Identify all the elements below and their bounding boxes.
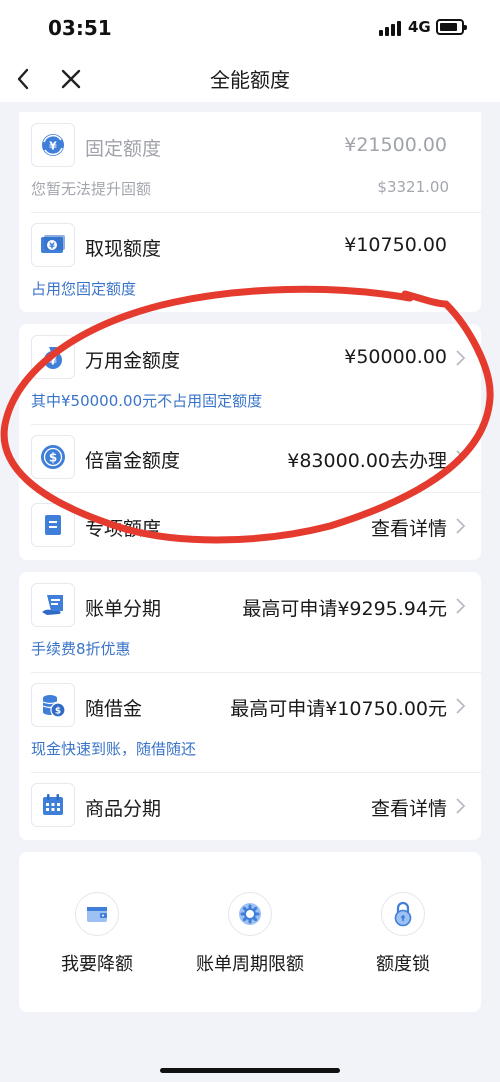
chevron-right-icon (456, 518, 466, 534)
status-time: 03:51 (48, 16, 112, 40)
cash-note-icon: ¥ (31, 223, 75, 267)
calendar-icon (31, 783, 75, 827)
suijie-row[interactable]: $ 随借金 最高可申请¥10750.00元 现金快速到账，随借随还 (19, 672, 481, 772)
goods-installment-row[interactable]: 商品分期 查看详情 (19, 772, 481, 840)
fixed-limit-title: 固定额度 (85, 138, 162, 160)
svg-text:¥: ¥ (49, 242, 55, 251)
zhuanxiang-limit-title: 专项额度 (85, 518, 162, 540)
reduce-limit-shortcut[interactable]: 我要降额 (22, 892, 172, 976)
limits-card: ¥ 固定额度 ¥21500.00 您暂无法提升固额 $3321.00 ¥ 取现额… (19, 112, 481, 312)
bill-installment-value: 最高可申请¥9295.94元 (242, 598, 447, 620)
zhuanxiang-limit-value: 查看详情 (370, 518, 447, 540)
beifu-limit-value: ¥83000.00去办理 (287, 450, 447, 472)
svg-text:$: $ (55, 707, 61, 717)
svg-text:¥: ¥ (49, 140, 57, 153)
zhuanxiang-limit-row[interactable]: 专项额度 查看详情 (19, 492, 481, 560)
goods-installment-title: 商品分期 (85, 798, 162, 820)
billing-cycle-limit-shortcut[interactable]: 账单周期限额 (175, 892, 325, 976)
limit-lock-label: 额度锁 (376, 954, 430, 975)
installment-card: 账单分期 最高可申请¥9295.94元 手续费8折优惠 $ 随借金 最高可申请¥… (19, 572, 481, 840)
cash-limit-note: 占用您固定额度 (31, 280, 137, 298)
special-limits-card: ¥ 万用金额度 ¥50000.00 其中¥50000.00元不占用固定额度 $ … (19, 324, 481, 560)
wanyong-limit-note: 其中¥50000.00元不占用固定额度 (31, 392, 263, 410)
nav-bar: 全能额度 (0, 56, 500, 102)
document-icon (31, 503, 75, 547)
fixed-limit-note: 您暂无法提升固额 (31, 180, 152, 198)
bill-scroll-icon (31, 583, 75, 627)
bill-installment-title: 账单分期 (85, 598, 162, 620)
bill-installment-row[interactable]: 账单分期 最高可申请¥9295.94元 手续费8折优惠 (19, 572, 481, 672)
suijie-value: 最高可申请¥10750.00元 (230, 698, 447, 720)
lock-icon (381, 892, 425, 936)
wanyong-limit-value: ¥50000.00 (344, 346, 447, 368)
beifu-limit-row[interactable]: $ 倍富金额度 ¥83000.00去办理 (19, 424, 481, 492)
yuan-refresh-icon: ¥ (31, 123, 75, 167)
reduce-limit-label: 我要降额 (61, 954, 133, 975)
wanyong-limit-row[interactable]: ¥ 万用金额度 ¥50000.00 其中¥50000.00元不占用固定额度 (19, 324, 481, 424)
signal-icon (379, 20, 403, 36)
coin-stack-icon: $ (31, 683, 75, 727)
svg-text:¥: ¥ (49, 355, 57, 368)
dollar-coin-icon: $ (31, 435, 75, 479)
cash-limit-row[interactable]: ¥ 取现额度 ¥10750.00 占用您固定额度 (19, 212, 481, 312)
suijie-title: 随借金 (85, 698, 143, 720)
fixed-limit-value: ¥21500.00 (344, 134, 447, 156)
limit-lock-shortcut[interactable]: 额度锁 (328, 892, 478, 976)
bill-installment-note: 手续费8折优惠 (31, 640, 131, 658)
money-bag-icon: ¥ (31, 335, 75, 379)
svg-text:$: $ (49, 451, 57, 465)
wallet-down-icon (75, 892, 119, 936)
wanyong-limit-title: 万用金额度 (85, 350, 181, 372)
page-title: 全能额度 (210, 68, 290, 92)
network-type: 4G (408, 18, 431, 36)
fixed-limit-row[interactable]: ¥ 固定额度 ¥21500.00 您暂无法提升固额 $3321.00 (19, 112, 481, 212)
chevron-right-icon (456, 798, 466, 814)
shortcuts-card: 我要降额 账单周期限额 额度锁 (19, 852, 481, 1012)
status-bar: 03:51 4G (0, 0, 500, 56)
battery-icon (436, 19, 467, 35)
chevron-right-icon (456, 450, 466, 466)
billing-cycle-limit-label: 账单周期限额 (196, 954, 304, 975)
home-indicator (160, 1068, 340, 1073)
chevron-right-icon (456, 350, 466, 366)
beifu-limit-title: 倍富金额度 (85, 450, 181, 472)
cash-limit-title: 取现额度 (85, 238, 162, 260)
cash-limit-value: ¥10750.00 (344, 234, 447, 256)
suijie-note: 现金快速到账，随借随还 (31, 740, 197, 758)
goods-installment-value: 查看详情 (370, 798, 447, 820)
gear-cycle-icon (228, 892, 272, 936)
fixed-limit-note-value: $3321.00 (377, 178, 449, 196)
chevron-right-icon (456, 698, 466, 714)
chevron-right-icon (456, 598, 466, 614)
